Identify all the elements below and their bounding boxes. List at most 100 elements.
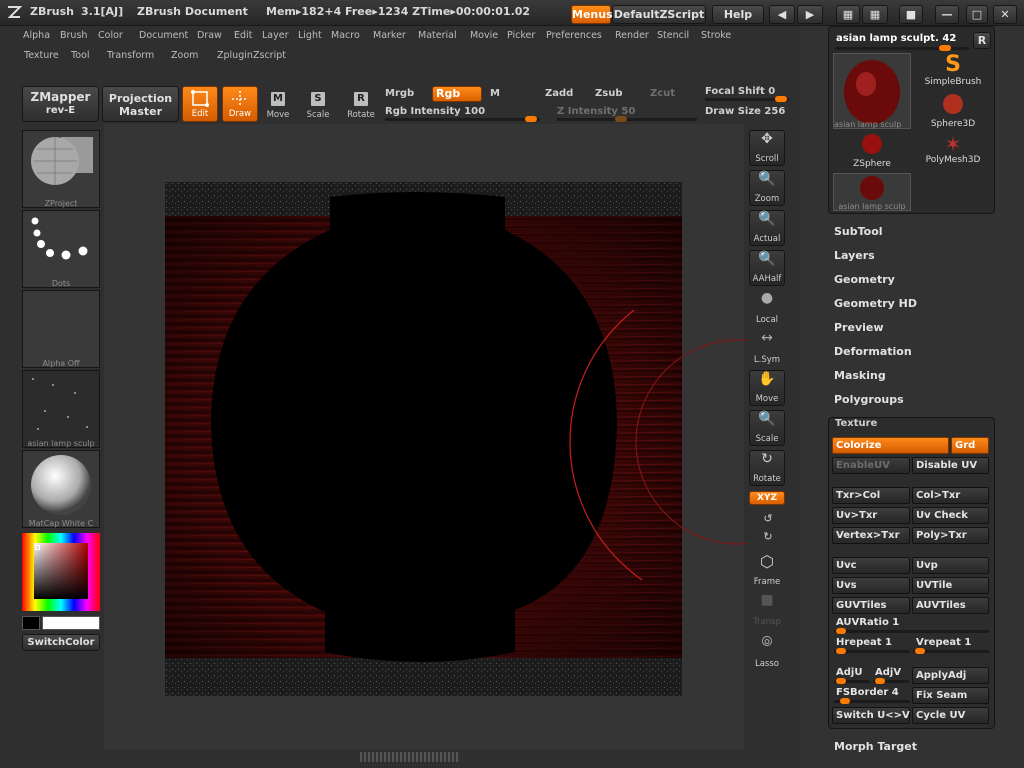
auvtiles-button[interactable]: AUVTiles <box>912 597 989 614</box>
menu-brush[interactable]: Brush <box>60 30 87 41</box>
zoom-button[interactable]: 🔍 Zoom <box>749 170 785 206</box>
tool-asian-lamp-2[interactable]: asian lamp sculp <box>833 173 911 211</box>
switch-uv-button[interactable]: Switch U<>V <box>832 707 910 724</box>
menu-tool[interactable]: Tool <box>71 50 89 61</box>
adju-slider[interactable] <box>834 678 870 684</box>
help-button[interactable]: Help <box>712 5 764 24</box>
secondary-color-swatch[interactable] <box>22 616 40 630</box>
fix-seam-button[interactable]: Fix Seam <box>912 687 989 704</box>
uvtile-button[interactable]: UVTile <box>912 577 989 594</box>
rotate-button[interactable]: R Rotate <box>343 86 379 122</box>
m-toggle[interactable]: M <box>490 88 500 99</box>
section-deformation[interactable]: Deformation <box>834 345 912 358</box>
uvc-button[interactable]: Uvc <box>832 557 910 574</box>
tool-simplebrush[interactable]: S SimpleBrush <box>915 53 991 91</box>
local-button[interactable]: ● Local <box>749 290 785 326</box>
alpha-thumbnail[interactable]: Alpha Off <box>22 290 100 368</box>
draw-button[interactable]: Draw <box>222 86 258 122</box>
enable-uv-button[interactable]: EnableUV <box>832 457 910 474</box>
maximize-icon[interactable]: □ <box>966 5 988 24</box>
menu-draw[interactable]: Draw <box>197 30 222 41</box>
dots-stroke-thumbnail[interactable]: Dots <box>22 210 100 288</box>
menu-material[interactable]: Material <box>418 30 457 41</box>
uvp-button[interactable]: Uvp <box>912 557 989 574</box>
section-subtool[interactable]: SubTool <box>834 225 883 238</box>
menu-render[interactable]: Render <box>615 30 649 41</box>
cycle-uv-button[interactable]: Cycle UV <box>912 707 989 724</box>
menu-layer[interactable]: Layer <box>262 30 289 41</box>
xyz-toggle[interactable]: XYZ <box>749 491 785 505</box>
color-picker-cursor[interactable] <box>35 545 40 550</box>
menu-macro[interactable]: Macro <box>331 30 360 41</box>
scroll-right-icon[interactable]: ▶ <box>797 5 823 24</box>
edit-button[interactable]: Edit <box>182 86 218 122</box>
tool-zsphere[interactable]: ZSphere <box>833 133 911 171</box>
projection-master-button[interactable]: Projection Master <box>102 86 179 122</box>
menus-button[interactable]: Menus <box>571 5 613 24</box>
menu-zplugin[interactable]: Zplugin <box>217 50 253 61</box>
tool-r-button[interactable]: R <box>973 32 991 49</box>
menu-document[interactable]: Document <box>139 30 188 41</box>
menu-color[interactable]: Color <box>98 30 123 41</box>
menu-picker[interactable]: Picker <box>507 30 535 41</box>
auvratio-slider[interactable] <box>834 628 989 634</box>
switch-color-button[interactable]: SwitchColor <box>22 634 100 651</box>
fsborder-slider[interactable] <box>834 698 910 704</box>
rotate-view-button[interactable]: ↻ Rotate <box>749 450 785 486</box>
hrepeat-knob[interactable] <box>836 648 846 654</box>
apply-adj-button[interactable]: ApplyAdj <box>912 667 989 684</box>
scale-view-button[interactable]: 🔍 Scale <box>749 410 785 446</box>
grd-button[interactable]: Grd <box>951 437 989 454</box>
rgb-intensity-slider[interactable] <box>385 116 540 122</box>
menu-edit[interactable]: Edit <box>234 30 252 41</box>
adjv-slider[interactable] <box>873 678 909 684</box>
zsub-toggle[interactable]: Zsub <box>595 88 622 99</box>
menu-movie[interactable]: Movie <box>470 30 498 41</box>
scroll-button[interactable]: ✥ Scroll <box>749 130 785 166</box>
guvtiles-button[interactable]: GUVTiles <box>832 597 910 614</box>
menu-zscript[interactable]: Zscript <box>253 50 286 61</box>
menu-stroke[interactable]: Stroke <box>701 30 731 41</box>
layout-2-icon[interactable]: ▦ <box>862 5 888 24</box>
colorize-button[interactable]: Colorize <box>832 437 949 454</box>
txr-to-col-button[interactable]: Txr>Col <box>832 487 910 504</box>
rgb-intensity-knob[interactable] <box>525 116 537 122</box>
vrepeat-slider[interactable] <box>913 648 989 654</box>
menu-texture[interactable]: Texture <box>24 50 59 61</box>
col-to-txr-button[interactable]: Col>Txr <box>912 487 989 504</box>
lsym-button[interactable]: ↔ L.Sym <box>749 330 785 366</box>
menu-light[interactable]: Light <box>298 30 322 41</box>
aahalf-button[interactable]: 🔍 AAHalf <box>749 250 785 286</box>
rotate-y-icon[interactable]: ↺ <box>748 512 788 525</box>
adju-knob[interactable] <box>836 678 846 684</box>
tool-size-slider[interactable] <box>835 45 969 51</box>
main-color-swatch[interactable] <box>42 616 100 630</box>
zmapper-button[interactable]: ZMapper rev-E <box>22 86 99 122</box>
color-picker[interactable] <box>22 533 100 611</box>
uvs-button[interactable]: Uvs <box>832 577 910 594</box>
zadd-toggle[interactable]: Zadd <box>545 88 573 99</box>
zcut-toggle[interactable]: Zcut <box>650 88 675 99</box>
morph-target-section[interactable]: Morph Target <box>834 740 917 753</box>
color-picker-square[interactable] <box>34 543 88 599</box>
disable-uv-button[interactable]: Disable UV <box>912 457 989 474</box>
fsborder-knob[interactable] <box>840 698 850 704</box>
rotate-z-icon[interactable]: ↻ <box>748 530 788 543</box>
mrgb-toggle[interactable]: Mrgb <box>385 88 414 99</box>
close-icon[interactable]: ✕ <box>993 5 1017 24</box>
z-intensity-knob[interactable] <box>615 116 627 122</box>
scale-button[interactable]: S Scale <box>300 86 336 122</box>
menu-marker[interactable]: Marker <box>373 30 406 41</box>
rgb-toggle[interactable]: Rgb <box>432 86 482 102</box>
z-intensity-slider[interactable] <box>557 116 697 122</box>
poly-to-txr-button[interactable]: Poly>Txr <box>912 527 989 544</box>
menu-stencil[interactable]: Stencil <box>657 30 689 41</box>
section-masking[interactable]: Masking <box>834 369 886 382</box>
tool-polymesh3d[interactable]: ✶ PolyMesh3D <box>915 133 991 171</box>
auvratio-knob[interactable] <box>836 628 846 634</box>
uv-check-button[interactable]: Uv Check <box>912 507 989 524</box>
lock-icon[interactable]: ■ <box>899 5 923 24</box>
layout-1-icon[interactable]: ▦ <box>836 5 860 24</box>
section-geometry-hd[interactable]: Geometry HD <box>834 297 917 310</box>
default-zscript-button[interactable]: DefaultZScript <box>612 5 706 24</box>
